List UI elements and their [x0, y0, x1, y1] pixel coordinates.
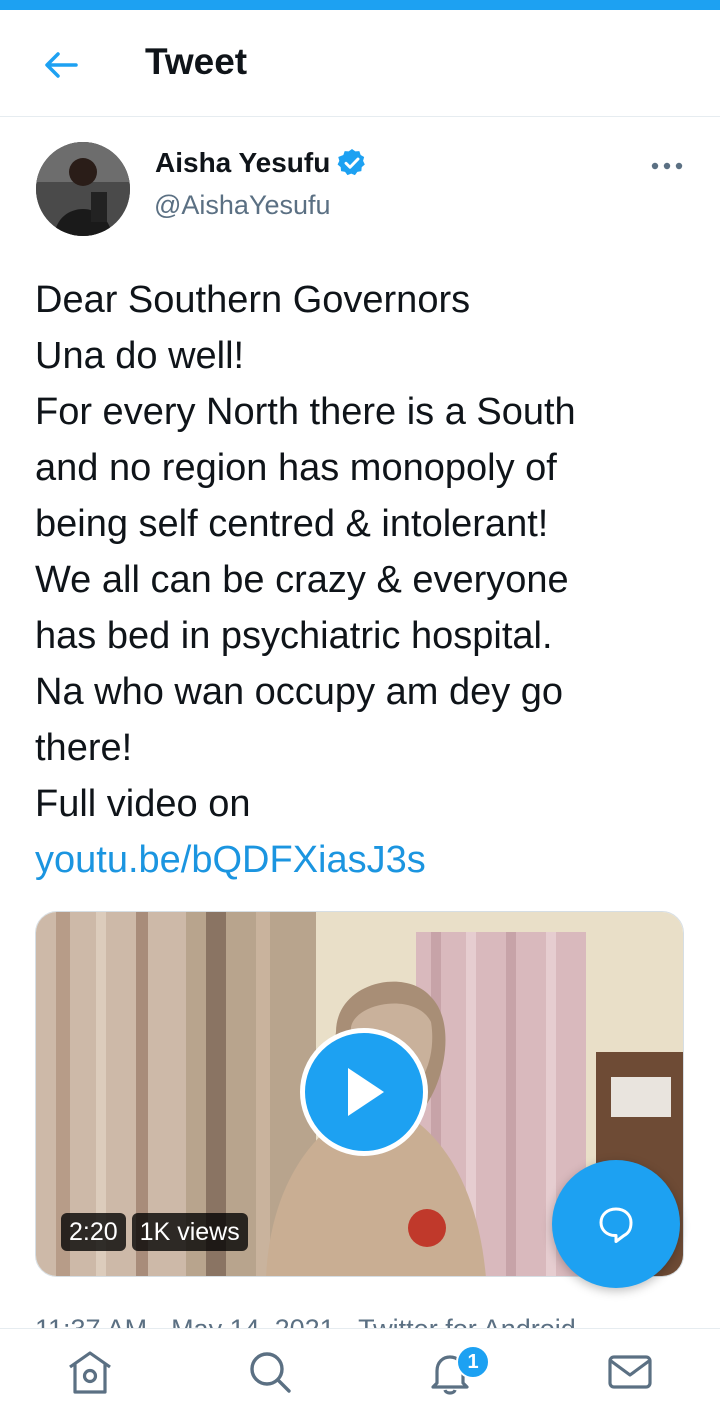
home-icon	[69, 1351, 111, 1394]
mail-icon	[608, 1355, 652, 1389]
tweet-text-line: there!	[35, 727, 133, 769]
back-arrow-icon	[45, 52, 78, 78]
duration-badge: 2:20	[61, 1213, 126, 1251]
avatar[interactable]	[36, 142, 130, 236]
video-info-badges: 2:20 1K views	[61, 1213, 248, 1251]
views-badge: 1K views	[131, 1213, 248, 1251]
video-link[interactable]: youtu.be/bQDFXiasJ3s	[35, 832, 695, 888]
header: Tweet	[0, 10, 720, 117]
tweet-text-line: Dear Southern Governors	[35, 279, 471, 321]
author-name[interactable]: Aisha Yesufu	[155, 145, 368, 181]
verified-icon	[337, 149, 366, 176]
play-icon	[348, 1068, 384, 1116]
search-icon	[250, 1352, 291, 1393]
reply-compose-button[interactable]	[552, 1160, 680, 1288]
notification-count-badge: 1	[456, 1345, 490, 1379]
avatar-image	[36, 142, 130, 236]
tweet-text-line: We all can be crazy & everyone	[35, 559, 569, 601]
tweet-text: Dear Southern Governors Una do well! For…	[35, 272, 695, 888]
status-accent-bar	[0, 0, 720, 10]
tweet-text-line: and no region has monopoly of	[35, 447, 557, 489]
tweet-text-line: has bed in psychiatric hospital.	[35, 615, 553, 657]
nav-messages[interactable]	[600, 1349, 660, 1405]
more-options-button[interactable]	[645, 148, 689, 184]
bottom-navigation: 1	[0, 1328, 720, 1405]
back-button[interactable]	[36, 40, 86, 90]
tweet-text-line: being self centred & intolerant!	[35, 503, 549, 545]
tweet-timestamp: 11:37 AM · May 14, 2021 · Twitter for An…	[35, 1310, 576, 1328]
more-icon	[651, 162, 683, 170]
tweet-text-line: For every North there is a South	[35, 391, 576, 433]
tweet-text-line: Na who wan occupy am dey go	[35, 671, 564, 713]
tweet-text-line: Una do well!	[35, 335, 245, 377]
page-title: Tweet	[145, 41, 248, 82]
nav-search[interactable]	[240, 1349, 300, 1405]
nav-notifications[interactable]: 1	[420, 1345, 490, 1405]
play-button[interactable]	[300, 1028, 428, 1156]
tweet-text-line: Full video on	[35, 783, 251, 825]
author-name-text: Aisha Yesufu	[155, 147, 331, 178]
nav-home[interactable]	[60, 1349, 120, 1405]
author-handle[interactable]: @AishaYesufu	[154, 187, 331, 223]
compose-reply-icon	[599, 1207, 633, 1243]
